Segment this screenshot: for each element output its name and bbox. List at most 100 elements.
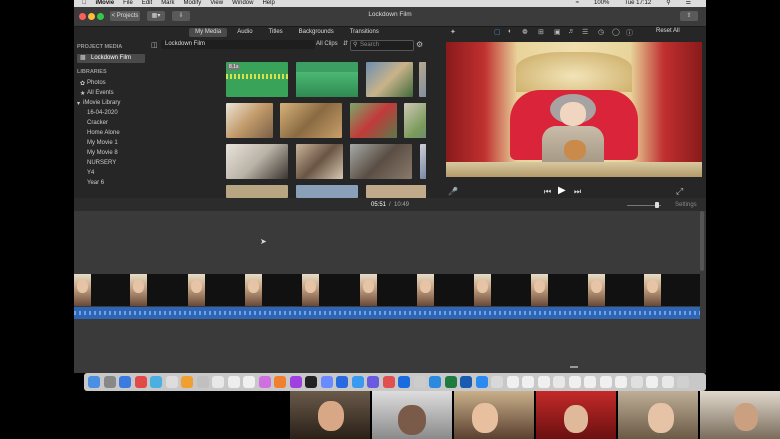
battery-percent[interactable]: 100%: [594, 0, 609, 7]
magic-wand-icon[interactable]: ✦: [450, 28, 456, 36]
dock-app-icon[interactable]: [661, 376, 674, 388]
menu-edit[interactable]: Edit: [142, 0, 152, 7]
menu-list-icon[interactable]: ☰: [686, 0, 691, 7]
dock-app-icon[interactable]: [150, 376, 162, 388]
tab-my-media[interactable]: My Media: [189, 28, 228, 37]
media-thumbnail[interactable]: [226, 185, 288, 198]
dock-app-icon[interactable]: [522, 376, 534, 388]
dock-app-icon[interactable]: [506, 376, 519, 388]
dock-app-icon[interactable]: [429, 376, 441, 388]
clip-filter-select[interactable]: All Clips: [316, 41, 338, 47]
tab-audio[interactable]: Audio: [231, 28, 258, 37]
media-thumbnail[interactable]: [296, 144, 343, 179]
settings-button[interactable]: Settings: [675, 202, 697, 208]
sidebar-item-event[interactable]: Cracker: [87, 120, 108, 126]
media-thumbnail[interactable]: [296, 62, 358, 97]
dock-app-icon[interactable]: [630, 376, 643, 388]
dock-app-icon[interactable]: [243, 376, 255, 388]
speed-icon[interactable]: ◷: [598, 28, 604, 36]
dock-app-icon[interactable]: [336, 376, 348, 388]
dock-app-icon[interactable]: [320, 376, 333, 388]
dock-app-icon[interactable]: [212, 376, 224, 388]
info-icon[interactable]: ⓘ: [626, 28, 633, 38]
dock-app-icon[interactable]: [119, 376, 131, 388]
gear-icon[interactable]: ⚙: [416, 40, 423, 49]
dock-app-icon[interactable]: [165, 376, 178, 388]
media-thumbnail[interactable]: [226, 144, 288, 179]
dock-app-icon[interactable]: [599, 376, 612, 388]
filter-chevron-icon[interactable]: ⇵: [343, 40, 348, 47]
media-thumbnail[interactable]: [226, 103, 273, 138]
dock-app-icon[interactable]: [227, 376, 240, 388]
search-field[interactable]: ⚲ Search: [350, 40, 414, 51]
menu-window[interactable]: Window: [232, 0, 253, 7]
participant-tile[interactable]: [536, 391, 616, 439]
media-thumbnail[interactable]: [366, 185, 428, 198]
dock-app-icon[interactable]: [289, 376, 302, 388]
dock-app-icon[interactable]: [367, 376, 379, 388]
participant-tile[interactable]: [290, 391, 370, 439]
participant-tile[interactable]: [372, 391, 452, 439]
dock-app-icon[interactable]: [568, 376, 581, 388]
audio-waveform-track[interactable]: [74, 307, 700, 319]
clock[interactable]: Tue 17:12: [624, 0, 651, 7]
media-thumbnail[interactable]: [350, 103, 397, 138]
apple-icon[interactable]: : [82, 0, 87, 7]
media-thumbnail[interactable]: [366, 62, 413, 97]
dock-app-icon[interactable]: [258, 376, 271, 388]
sidebar-item-project[interactable]: ▩ Lockdown Film: [77, 54, 145, 63]
volume-icon[interactable]: ♬: [568, 28, 575, 35]
wifi-icon[interactable]: ≈: [576, 0, 579, 7]
dock-app-icon[interactable]: [615, 376, 627, 388]
color-correction-icon[interactable]: ❁: [522, 28, 528, 36]
skip-back-icon[interactable]: ⏮: [544, 187, 551, 197]
sidebar-toggle-icon[interactable]: ◫: [151, 41, 158, 49]
dock-app-icon[interactable]: [475, 376, 488, 388]
dock-app-icon[interactable]: [460, 376, 472, 388]
media-thumbnail[interactable]: [280, 103, 342, 138]
stabilization-icon[interactable]: ▣: [554, 28, 561, 36]
dock-app-icon[interactable]: [491, 376, 503, 388]
dock-app-icon[interactable]: [134, 376, 147, 388]
dock-app-icon[interactable]: [553, 376, 565, 388]
dock-app-icon[interactable]: [677, 376, 689, 388]
sidebar-item-event[interactable]: NURSERY: [87, 160, 116, 166]
dock-app-icon[interactable]: [196, 376, 209, 388]
menu-app-name[interactable]: iMovie: [96, 0, 115, 7]
dock-app-icon[interactable]: [103, 376, 116, 388]
dock-app-icon[interactable]: [646, 376, 658, 388]
dock-app-icon[interactable]: [413, 376, 426, 388]
color-balance-icon[interactable]: ◐: [508, 28, 512, 35]
participant-tile[interactable]: [700, 391, 780, 439]
sidebar-item-event[interactable]: 16-04-2020: [87, 110, 118, 116]
scrollbar[interactable]: [700, 211, 704, 271]
filter-icon[interactable]: ◯: [612, 28, 620, 36]
sidebar-item-photos[interactable]: Photos: [87, 80, 106, 86]
menu-mark[interactable]: Mark: [161, 0, 174, 7]
menu-modify[interactable]: Modify: [184, 0, 202, 7]
menu-view[interactable]: View: [210, 0, 223, 7]
media-thumbnail[interactable]: [350, 144, 412, 179]
sidebar-item-event[interactable]: Y4: [87, 170, 94, 176]
dock-app-icon[interactable]: [305, 376, 317, 388]
sidebar-item-library[interactable]: iMovie Library: [83, 100, 120, 106]
dock-app-icon[interactable]: [584, 376, 596, 388]
dock-app-icon[interactable]: [537, 376, 550, 388]
equalizer-icon[interactable]: ☰: [582, 28, 588, 36]
scroll-handle[interactable]: [570, 366, 578, 368]
timeline[interactable]: ➤: [74, 211, 706, 373]
sidebar-item-event[interactable]: Year 6: [87, 180, 104, 186]
dock-app-icon[interactable]: [444, 376, 457, 388]
skip-forward-icon[interactable]: ⏭: [574, 187, 581, 197]
sidebar-item-event[interactable]: My Movie 8: [87, 150, 118, 156]
tab-titles[interactable]: Titles: [263, 28, 289, 37]
participant-tile[interactable]: [454, 391, 534, 439]
menu-help[interactable]: Help: [262, 0, 274, 7]
play-icon[interactable]: ▶: [558, 185, 566, 196]
dock-app-icon[interactable]: [382, 376, 395, 388]
dock-app-icon[interactable]: [351, 376, 364, 388]
zoom-slider-knob[interactable]: [655, 202, 659, 208]
dock-app-icon[interactable]: [88, 376, 100, 388]
search-icon[interactable]: ⚲: [666, 0, 670, 7]
menu-file[interactable]: File: [123, 0, 133, 7]
